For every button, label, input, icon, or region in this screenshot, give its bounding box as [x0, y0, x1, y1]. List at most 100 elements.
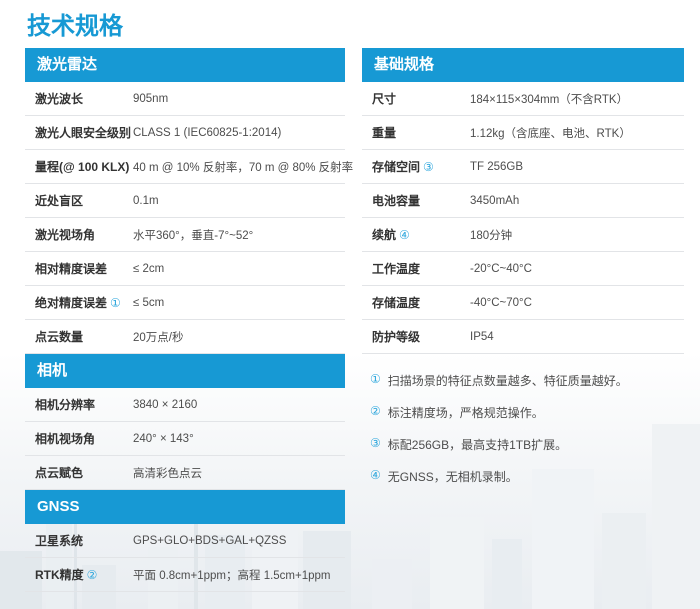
footnotes-list: ① 扫描场景的特征点数量越多、特征质量越好。 ② 标注精度场，严格规范操作。 ③ 标配25… — [362, 372, 684, 485]
spec-row: 存储空间③TF 256GB — [362, 150, 684, 184]
spec-label: 存储温度 — [372, 294, 470, 311]
footnote-text: 标配256GB，最高支持1TB扩展。 — [388, 436, 567, 453]
section-header: 激光雷达 — [25, 48, 345, 82]
spec-label-text: 点云赋色 — [35, 466, 83, 480]
spec-value: 180分钟 — [470, 227, 684, 243]
page-title: 技术规格 — [27, 6, 123, 41]
spec-row: 卫星系统 GPS+GLO+BDS+GAL+QZSS — [25, 524, 345, 558]
spec-value: TF 256GB — [470, 161, 684, 173]
spec-label: 相对精度误差 — [35, 260, 133, 277]
spec-label: 重量 — [372, 124, 470, 141]
spec-label-text: RTK精度 — [35, 568, 84, 582]
footnote-marker-icon: ① — [370, 372, 381, 386]
spec-label: 工作温度 — [372, 260, 470, 277]
spec-label-text: 点云数量 — [35, 330, 83, 344]
right-spec-column: 基础规格尺寸184×115×304mm（不含RTK） 重量 1.12kg（含底座、电… — [362, 48, 684, 592]
spec-value: 240° × 143° — [133, 433, 345, 445]
spec-label-text: 相对精度误差 — [35, 262, 107, 276]
spec-value: 3840 × 2160 — [133, 399, 345, 411]
section-header: GNSS — [25, 490, 345, 524]
spec-row: 电池容量3450mAh — [362, 184, 684, 218]
spec-value: 平面 0.8cm+1ppm；高程 1.5cm+1ppm — [133, 567, 345, 583]
spec-row: 绝对精度误差① ≤ 5cm — [25, 286, 345, 320]
left-spec-column: 激光雷达激光波长 905nm 激光人眼安全级别CLASS 1 (IEC60825-1… — [25, 48, 345, 592]
spec-value: ≤ 5cm — [133, 297, 345, 309]
spec-value: ≤ 2cm — [133, 263, 345, 275]
spec-label-text: 相机视场角 — [35, 432, 95, 446]
spec-label: 防护等级 — [372, 328, 470, 345]
spec-row: 相对精度误差 ≤ 2cm — [25, 252, 345, 286]
footnote-item: ② 标注精度场，严格规范操作。 — [370, 404, 684, 421]
spec-row: 防护等级 IP54 — [362, 320, 684, 354]
footnote-item: ① 扫描场景的特征点数量越多、特征质量越好。 — [370, 372, 684, 389]
spec-label: 续航④ — [372, 226, 470, 243]
spec-label-text: 绝对精度误差 — [35, 296, 107, 310]
section-header: 基础规格 — [362, 48, 684, 82]
spec-label: RTK精度② — [35, 566, 133, 583]
spec-label: 点云赋色 — [35, 464, 133, 481]
spec-row: 激光人眼安全级别CLASS 1 (IEC60825-1:2014) — [25, 116, 345, 150]
spec-value: GPS+GLO+BDS+GAL+QZSS — [133, 535, 345, 547]
spec-label-text: 续航 — [372, 228, 396, 242]
spec-value: 20万点/秒 — [133, 329, 345, 345]
spec-label-text: 激光视场角 — [35, 228, 95, 242]
spec-value: IP54 — [470, 331, 684, 343]
spec-value: 1.12kg（含底座、电池、RTK） — [470, 125, 684, 141]
spec-label-text: 激光人眼安全级别 — [35, 126, 131, 140]
footnote-text: 扫描场景的特征点数量越多、特征质量越好。 — [388, 372, 628, 389]
spec-row: 激光视场角 水平360°，垂直-7°~52° — [25, 218, 345, 252]
spec-row: 激光波长 905nm — [25, 82, 345, 116]
spec-label-text: 防护等级 — [372, 330, 420, 344]
spec-label: 电池容量 — [372, 192, 470, 209]
spec-label: 卫星系统 — [35, 532, 133, 549]
spec-label: 相机视场角 — [35, 430, 133, 447]
spec-row: 近处盲区 0.1m — [25, 184, 345, 218]
footnote-text: 标注精度场，严格规范操作。 — [388, 404, 544, 421]
spec-label-text: 工作温度 — [372, 262, 420, 276]
spec-label-text: 存储空间 — [372, 160, 420, 174]
spec-label: 激光波长 — [35, 90, 133, 107]
spec-row: 工作温度 -20°C~40°C — [362, 252, 684, 286]
spec-row: 存储温度-40°C~70°C — [362, 286, 684, 320]
footnote-marker-icon: ② — [87, 568, 98, 582]
spec-label-text: 近处盲区 — [35, 194, 83, 208]
footnote-item: ④无GNSS，无相机录制。 — [370, 468, 684, 485]
footnote-marker-icon: ① — [110, 296, 121, 310]
spec-row: 点云数量 20万点/秒 — [25, 320, 345, 354]
spec-label: 尺寸 — [372, 90, 470, 107]
spec-label-text: 卫星系统 — [35, 534, 83, 548]
spec-label: 近处盲区 — [35, 192, 133, 209]
spec-label: 存储空间③ — [372, 158, 470, 175]
spec-value: 高清彩色点云 — [133, 465, 345, 481]
spec-row: 相机分辨率3840 × 2160 — [25, 388, 345, 422]
spec-row: 点云赋色 高清彩色点云 — [25, 456, 345, 490]
spec-value: 905nm — [133, 93, 345, 105]
spec-label-text: 重量 — [372, 126, 396, 140]
spec-row: 量程(@ 100 KLX)40 m @ 10% 反射率，70 m @ 80% 反… — [25, 150, 345, 184]
spec-label-text: 量程(@ 100 KLX) — [35, 160, 129, 174]
footnote-marker-icon: ③ — [370, 436, 381, 450]
spec-label-text: 存储温度 — [372, 296, 420, 310]
footnote-marker-icon: ② — [370, 404, 381, 418]
spec-row: 尺寸184×115×304mm（不含RTK） — [362, 82, 684, 116]
footnote-marker-icon: ③ — [423, 160, 434, 174]
footnote-item: ③ 标配256GB，最高支持1TB扩展。 — [370, 436, 684, 453]
spec-row: 续航④180分钟 — [362, 218, 684, 252]
spec-value: -20°C~40°C — [470, 263, 684, 275]
footnote-text: 无GNSS，无相机录制。 — [388, 468, 518, 485]
right-spec-tables: 基础规格尺寸184×115×304mm（不含RTK） 重量 1.12kg（含底座、电… — [362, 48, 684, 354]
spec-label-text: 激光波长 — [35, 92, 83, 106]
spec-label: 点云数量 — [35, 328, 133, 345]
spec-value: 40 m @ 10% 反射率，70 m @ 80% 反射率 — [133, 159, 353, 175]
spec-row: 相机视场角 240° × 143° — [25, 422, 345, 456]
spec-value: 水平360°，垂直-7°~52° — [133, 227, 345, 243]
spec-label: 相机分辨率 — [35, 396, 133, 413]
section-header: 相机 — [25, 354, 345, 388]
spec-columns: 激光雷达激光波长 905nm 激光人眼安全级别CLASS 1 (IEC60825-1… — [25, 48, 684, 592]
spec-label: 激光人眼安全级别 — [35, 124, 133, 141]
spec-value: 3450mAh — [470, 195, 684, 207]
spec-label: 激光视场角 — [35, 226, 133, 243]
spec-label-text: 尺寸 — [372, 92, 396, 106]
footnote-marker-icon: ④ — [399, 228, 410, 242]
spec-value: 0.1m — [133, 195, 345, 207]
